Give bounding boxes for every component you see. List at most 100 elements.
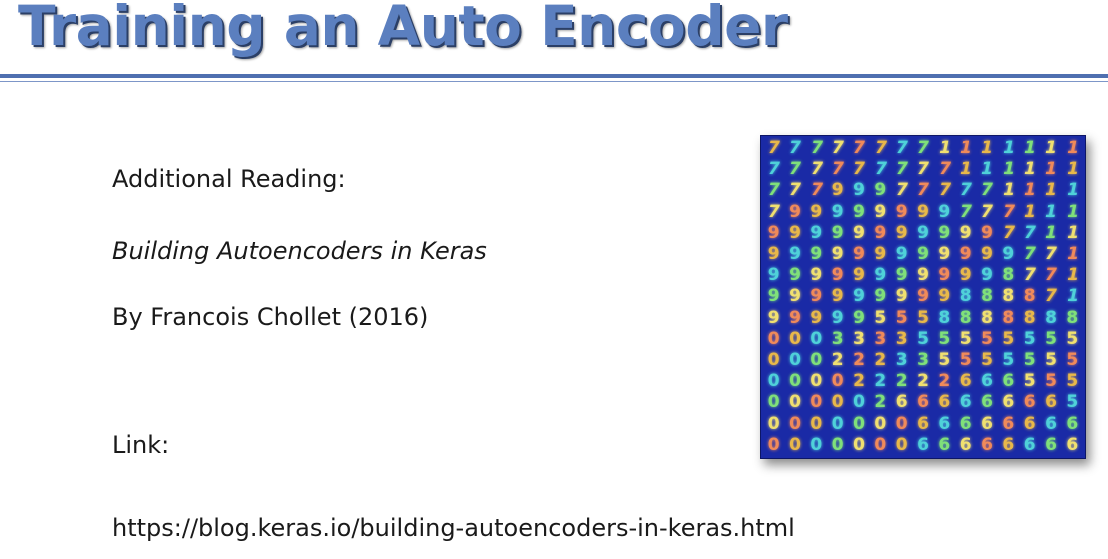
digit-glyph: 9	[981, 244, 993, 265]
digit-glyph: 9	[810, 244, 823, 265]
digit-glyph: 6	[1002, 392, 1015, 413]
digit-glyph: 9	[810, 265, 823, 286]
digit-glyph: 8	[1023, 286, 1036, 307]
digit-glyph: 8	[1002, 265, 1015, 286]
digit-glyph: 6	[917, 413, 929, 434]
digit-glyph: 9	[917, 244, 929, 265]
digit-glyph: 0	[789, 371, 801, 392]
digit-glyph: 9	[831, 286, 844, 307]
digit-glyph: 6	[1045, 392, 1057, 413]
digit-glyph: 9	[810, 307, 823, 328]
digit-glyph: 5	[981, 328, 993, 349]
article-byline: By Francois Chollet (2016)	[112, 303, 429, 331]
digit-glyph: 8	[1066, 307, 1079, 328]
digit-glyph: 7	[765, 201, 782, 222]
digit-glyph: 6	[959, 371, 972, 392]
digit-glyph: 6	[917, 434, 929, 455]
digit-glyph: 9	[831, 307, 844, 328]
digit-glyph: 1	[1064, 286, 1081, 307]
digit-glyph: 2	[895, 371, 908, 392]
digit-glyph: 9	[789, 307, 801, 328]
digit-glyph: 2	[938, 371, 951, 392]
additional-reading-label: Additional Reading:	[112, 165, 346, 193]
digit-glyph: 0	[810, 434, 823, 455]
digit-glyph: 9	[895, 201, 908, 222]
digit-glyph: 5	[1066, 328, 1079, 349]
digit-glyph: 9	[789, 222, 801, 243]
digit-glyph: 0	[874, 413, 887, 434]
digit-glyph: 8	[1023, 307, 1036, 328]
digit-glyph: 9	[938, 201, 951, 222]
digit-glyph: 5	[1023, 371, 1036, 392]
digit-glyph: 7	[808, 180, 825, 201]
digit-glyph: 9	[831, 244, 844, 265]
digit-glyph: 0	[831, 413, 844, 434]
digit-glyph: 6	[1066, 413, 1079, 434]
digit-glyph: 5	[1002, 350, 1015, 371]
digit-glyph: 0	[767, 371, 780, 392]
digit-glyph: 6	[895, 392, 908, 413]
digit-glyph: 0	[810, 392, 823, 413]
digit-glyph: 9	[831, 222, 844, 243]
digit-glyph: 9	[938, 244, 951, 265]
digit-glyph: 9	[917, 201, 929, 222]
digit-glyph: 6	[959, 413, 972, 434]
digit-glyph: 6	[938, 413, 951, 434]
digit-glyph: 9	[981, 222, 993, 243]
digit-glyph: 9	[959, 265, 972, 286]
digit-glyph: 9	[853, 222, 865, 243]
digit-glyph: 9	[853, 244, 865, 265]
digit-glyph: 5	[981, 350, 993, 371]
digit-glyph: 0	[767, 434, 780, 455]
digit-glyph: 9	[831, 201, 844, 222]
article-link[interactable]: https://blog.keras.io/building-autoencod…	[112, 514, 795, 542]
digit-glyph: 5	[1045, 371, 1057, 392]
digit-glyph: 9	[959, 222, 972, 243]
digit-glyph: 6	[1023, 434, 1036, 455]
digit-glyph: 9	[853, 307, 865, 328]
digit-glyph: 0	[853, 392, 865, 413]
digit-glyph: 0	[831, 434, 844, 455]
digit-glyph: 9	[917, 222, 929, 243]
digit-glyph: 6	[1045, 413, 1057, 434]
digit-glyph: 2	[831, 350, 844, 371]
digit-glyph: 6	[981, 371, 993, 392]
digit-glyph: 9	[789, 244, 801, 265]
digit-glyph: 6	[1002, 371, 1015, 392]
digit-glyph: 1	[1064, 138, 1081, 159]
digit-glyph: 0	[789, 413, 801, 434]
digit-glyph: 3	[874, 328, 887, 349]
digit-glyph: 9	[767, 244, 780, 265]
digit-glyph: 9	[810, 222, 823, 243]
digit-glyph: 6	[938, 434, 951, 455]
digit-glyph: 9	[789, 286, 801, 307]
digit-glyph: 9	[853, 201, 865, 222]
digit-glyph: 9	[831, 265, 844, 286]
digit-glyph: 9	[895, 286, 908, 307]
digit-glyph: 9	[789, 265, 801, 286]
digit-glyph: 9	[874, 201, 887, 222]
digit-glyph: 3	[895, 350, 908, 371]
digit-glyph: 9	[789, 201, 801, 222]
digit-glyph: 0	[853, 413, 865, 434]
digit-glyph: 8	[1045, 307, 1057, 328]
digit-glyph: 2	[917, 371, 929, 392]
digit-glyph: 0	[810, 350, 823, 371]
digit-glyph: 5	[874, 307, 887, 328]
digit-glyph: 2	[874, 392, 887, 413]
digit-glyph: 6	[1002, 413, 1015, 434]
digit-glyph: 6	[981, 434, 993, 455]
digit-glyph: 0	[789, 350, 801, 371]
digit-glyph: 1	[1064, 201, 1081, 222]
digit-glyph: 0	[810, 371, 823, 392]
slide-title: Training an Auto Encoder	[18, 0, 788, 58]
digit-glyph: 8	[1002, 307, 1015, 328]
digit-glyph: 0	[831, 371, 844, 392]
article-title: Building Autoencoders in Keras	[112, 237, 487, 265]
digit-glyph: 6	[1066, 434, 1079, 455]
digit-glyph: 9	[853, 180, 865, 201]
digit-glyph: 2	[853, 371, 865, 392]
digit-glyph: 0	[810, 413, 823, 434]
latent-space-digit-manifold-image: 7777777711111117777777771111117779997777…	[760, 135, 1086, 459]
digit-glyph: 0	[789, 328, 801, 349]
